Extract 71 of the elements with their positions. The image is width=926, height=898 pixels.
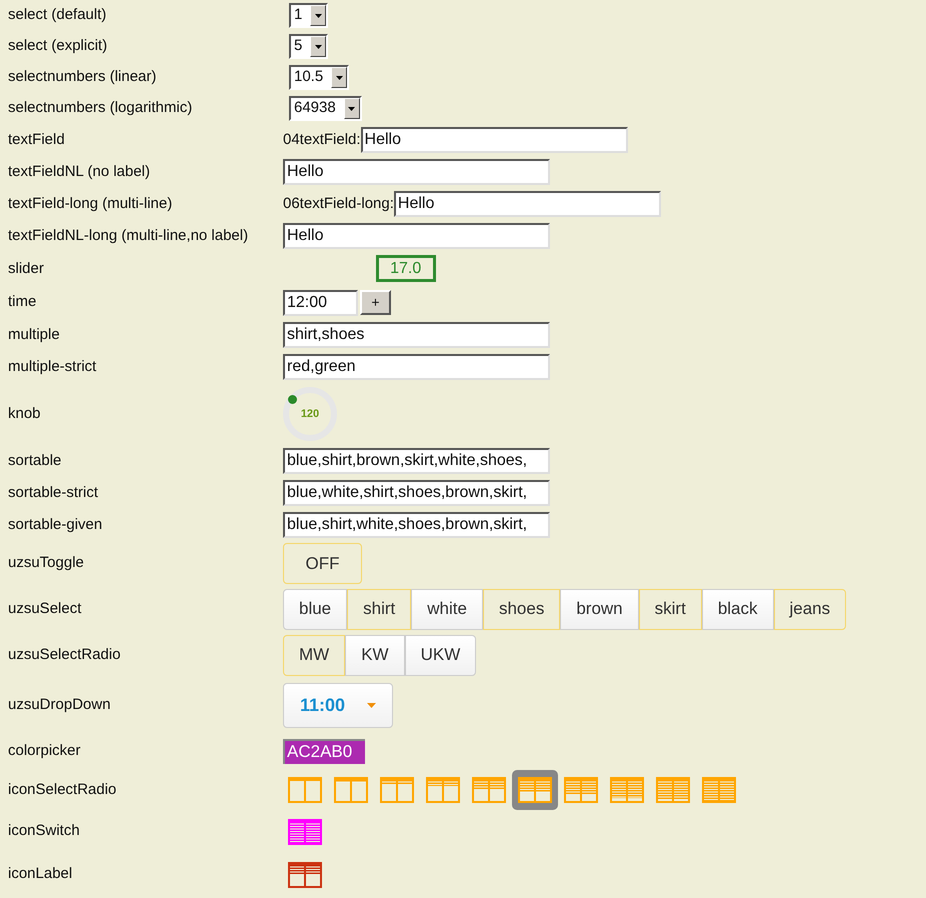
row-label: iconSwitch xyxy=(7,821,81,842)
row-label: colorpicker xyxy=(7,740,82,761)
row-label: sortable-strict xyxy=(7,482,100,503)
dropdown[interactable]: 64938 xyxy=(289,96,362,121)
row-label: select (default) xyxy=(7,5,108,26)
dropdown[interactable]: 5 xyxy=(289,34,328,59)
window-blind-icon xyxy=(334,777,368,803)
dropdown[interactable]: 1 xyxy=(289,3,328,28)
icon-option-button[interactable] xyxy=(512,770,558,810)
segment-button[interactable]: shirt xyxy=(347,588,412,630)
window-blind-icon xyxy=(426,777,460,803)
segment-button[interactable]: blue xyxy=(283,588,348,630)
increment-button[interactable]: + xyxy=(360,290,391,315)
caret-icon xyxy=(331,67,348,88)
row-label: textField xyxy=(7,130,66,150)
field-label: 04textField: xyxy=(283,130,361,150)
toggle-button[interactable]: OFF xyxy=(283,543,362,584)
window-blind-icon xyxy=(610,777,644,803)
input-field[interactable]: blue,shirt,white,shoes,brown,skirt, xyxy=(283,512,550,538)
row-label: uzsuSelectRadio xyxy=(7,644,122,665)
slider-handle[interactable]: 17.0 xyxy=(376,255,436,282)
row-label: knob xyxy=(7,404,42,424)
segment-button[interactable]: white xyxy=(411,588,483,630)
window-blind-icon xyxy=(380,777,414,803)
segment-button[interactable]: skirt xyxy=(638,588,702,630)
input-field[interactable]: Hello xyxy=(394,191,661,217)
row-label: uzsuDropDown xyxy=(7,694,112,715)
field-label: 06textField-long: xyxy=(283,194,394,214)
row-label: selectnumbers (linear) xyxy=(7,67,158,88)
window-blind-icon xyxy=(702,777,736,803)
row-label: textFieldNL (no label) xyxy=(7,162,152,182)
input-field[interactable]: Hello xyxy=(283,223,550,249)
row-label: textField-long (multi-line) xyxy=(7,194,174,214)
window-blind-icon xyxy=(518,777,552,803)
row-label: multiple-strict xyxy=(7,356,98,377)
row-label: multiple xyxy=(7,324,61,345)
input-field[interactable]: blue,white,shirt,shoes,brown,skirt, xyxy=(283,480,550,506)
segment-button[interactable]: UKW xyxy=(404,634,476,676)
input-field[interactable]: blue,shirt,brown,skirt,white,shoes, xyxy=(283,448,550,474)
segment-button[interactable]: black xyxy=(702,588,774,630)
caret-icon xyxy=(367,702,376,708)
input-field[interactable]: red,green xyxy=(283,354,550,380)
row-label: time xyxy=(7,292,38,312)
input-field[interactable]: Hello xyxy=(360,127,628,153)
color-swatch[interactable]: AC2AB0 xyxy=(283,738,365,764)
segment-button[interactable]: shoes xyxy=(482,588,560,630)
window-blind-icon xyxy=(472,777,506,803)
caret-icon xyxy=(310,5,326,26)
input-field[interactable]: Hello xyxy=(283,159,550,185)
window-blind-icon xyxy=(564,777,598,803)
segment-button[interactable]: jeans xyxy=(774,588,846,630)
dropdown[interactable]: 10.5 xyxy=(289,65,350,90)
window-blind-icon xyxy=(288,777,322,803)
row-label: selectnumbers (logarithmic) xyxy=(7,98,194,118)
row-label: slider xyxy=(7,258,45,279)
segment-button[interactable]: brown xyxy=(560,588,639,630)
window-blind-icon xyxy=(656,777,690,803)
row-label: iconSelectRadio xyxy=(7,780,118,800)
segment-button[interactable]: MW xyxy=(283,634,346,676)
time-field[interactable]: 12:00 xyxy=(283,290,358,316)
row-label: uzsuToggle xyxy=(7,553,85,574)
row-label: uzsuSelect xyxy=(7,598,82,619)
row-label: textFieldNL-long (multi-line,no label) xyxy=(7,226,250,246)
row-label: iconLabel xyxy=(7,864,74,884)
segment-button[interactable]: KW xyxy=(345,634,405,676)
caret-icon xyxy=(344,98,360,119)
row-label: sortable xyxy=(7,450,62,471)
caret-icon xyxy=(310,36,326,57)
row-label: sortable-given xyxy=(7,514,104,535)
row-label: select (explicit) xyxy=(7,36,108,56)
input-field[interactable]: shirt,shoes xyxy=(283,322,550,348)
